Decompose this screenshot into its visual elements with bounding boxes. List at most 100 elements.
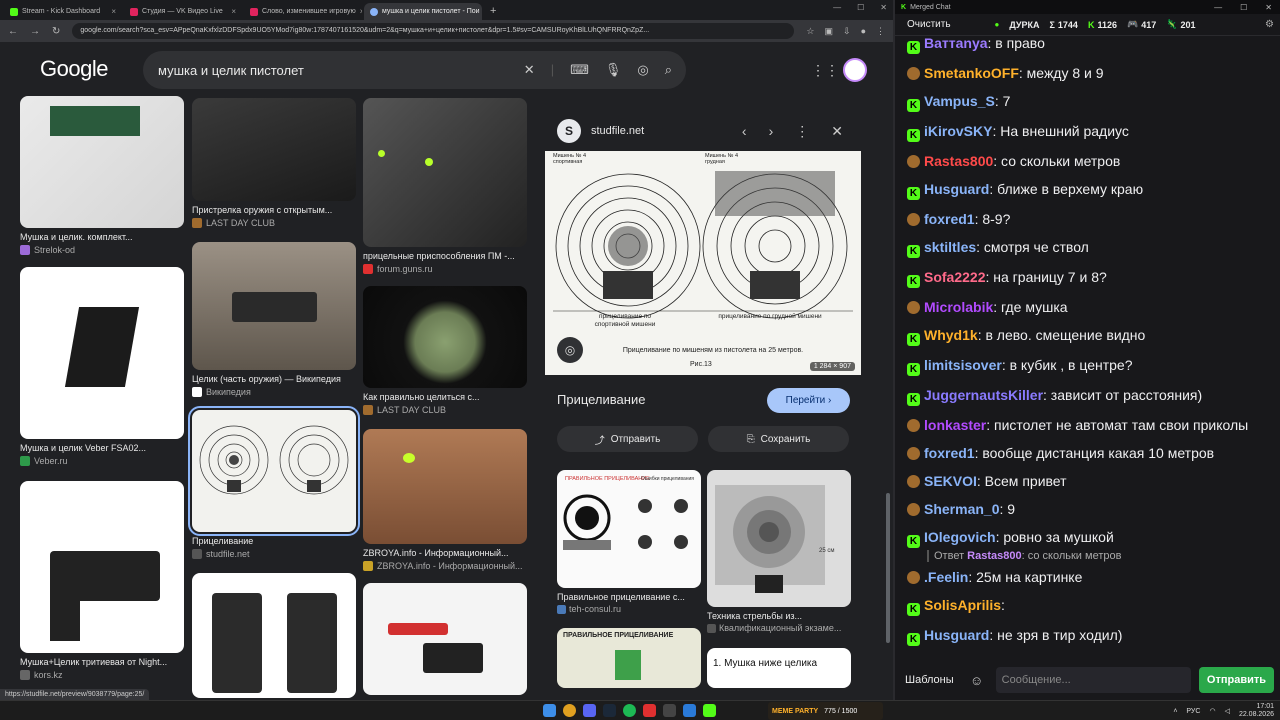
gear-icon[interactable]: ⚙ (1265, 19, 1274, 30)
spotify-icon[interactable] (623, 704, 636, 717)
app-icon[interactable] (683, 704, 696, 717)
chat-username[interactable]: Rastas800 (924, 153, 993, 169)
mic-icon[interactable]: 🎙 (605, 62, 622, 78)
tab-vk-studio[interactable]: Студия — VK Видео Live × (124, 3, 242, 20)
lens-icon[interactable]: ◎ (637, 62, 648, 78)
result-image[interactable] (20, 267, 184, 439)
prev-icon[interactable]: ‹ (742, 123, 747, 140)
message-input[interactable]: Сообщение... (995, 667, 1191, 693)
close-window-icon[interactable]: ✕ (1265, 3, 1272, 12)
result-image[interactable] (363, 429, 527, 544)
volume-icon[interactable]: ◁ (1225, 707, 1230, 715)
image-result[interactable] (192, 573, 356, 698)
chat-username[interactable]: foxred1 (924, 445, 975, 461)
minimize-icon[interactable]: — (833, 3, 841, 12)
search-box[interactable]: мушка и целик пистолет ✕ | ⌨ 🎙 ◎ ⌕ (143, 51, 686, 89)
related-image[interactable]: 25 см (707, 470, 851, 607)
chat-username[interactable]: Baттаnya (924, 35, 988, 51)
chat-username[interactable]: Husguard (924, 181, 989, 197)
obs-icon[interactable] (663, 704, 676, 717)
language-indicator[interactable]: РУС (1186, 708, 1200, 715)
result-image[interactable] (20, 96, 184, 228)
forward-icon[interactable]: → (30, 26, 40, 37)
wifi-icon[interactable]: ◠ (1209, 707, 1215, 715)
avatar[interactable] (843, 58, 867, 82)
related-image[interactable]: ПРАВИЛЬНОЕ ПРИЦЕЛИВАНИЕ (557, 628, 701, 688)
image-result-selected[interactable]: Прицеливание studfile.net (188, 406, 360, 559)
lens-search-icon[interactable]: ◎ (557, 337, 583, 363)
back-icon[interactable]: ← (8, 26, 18, 37)
share-button[interactable]: ⤴ Отправить (557, 426, 698, 452)
discord-icon[interactable] (583, 704, 596, 717)
chevron-up-icon[interactable]: ˄ (1173, 708, 1177, 715)
result-image[interactable] (192, 98, 356, 201)
image-result[interactable]: прицельные приспособления ПМ -... forum.… (363, 98, 527, 274)
panel-site[interactable]: studfile.net (591, 125, 644, 137)
preview-image[interactable]: Мишень № 4 спортивная Мишень № 4 грудная… (545, 151, 861, 375)
chat-username[interactable]: Sherman_0 (924, 501, 999, 517)
chat-username[interactable]: Husguard (924, 627, 989, 643)
image-result[interactable]: ZBROYA.info - Информационный... ZBROYA.i… (363, 429, 527, 571)
related-image[interactable]: 1. Мушка ниже целика (707, 648, 851, 688)
download-icon[interactable]: ⇩ (843, 26, 851, 37)
close-icon[interactable]: × (360, 7, 362, 16)
search-icon[interactable]: ⌕ (665, 62, 672, 78)
meme-party-widget[interactable]: MEME PARTY 775 / 1500 (768, 702, 883, 720)
image-result[interactable]: Мушка+Целик тритиевая от Night... kors.k… (20, 481, 184, 680)
new-tab-button[interactable]: + (484, 3, 502, 20)
image-result[interactable]: Мушка и целик Veber FSA02... Veber.ru (20, 267, 184, 466)
chat-username[interactable]: .Feelin (924, 569, 968, 585)
tab-google-search[interactable]: мушка и целик пистолет - Пои× (364, 3, 482, 20)
chat-username[interactable]: Whyd1k (924, 327, 978, 343)
app-icon[interactable] (643, 704, 656, 717)
menu-icon[interactable]: ⋮ (876, 26, 885, 37)
clock[interactable]: 17:01 22.08.2026 (1239, 703, 1274, 719)
panel-title[interactable]: Прицеливание (557, 392, 645, 407)
profile-icon[interactable]: ● (861, 26, 866, 37)
chat-username[interactable]: SmetankoOFF (924, 65, 1019, 81)
extension-icon[interactable]: ▣ (825, 26, 834, 37)
chat-username[interactable]: lonkaster (924, 417, 986, 433)
related-result[interactable]: ПРАВИЛЬНОЕ ПРИЦЕЛИВАНИЕ Ошибки прицелива… (557, 470, 701, 614)
tab-youtube[interactable]: Слово, изменившее игровую× (244, 3, 362, 20)
chat-username[interactable]: Vampus_S (924, 93, 995, 109)
windows-start-icon[interactable] (543, 704, 556, 717)
result-image[interactable] (20, 481, 184, 653)
chat-username[interactable]: iKirovSKY (924, 123, 992, 139)
reload-icon[interactable]: ↻ (52, 26, 60, 37)
maximize-icon[interactable]: ☐ (1240, 3, 1247, 12)
result-image[interactable] (363, 583, 527, 695)
emoji-icon[interactable]: ☺ (966, 669, 988, 691)
chat-username[interactable]: foxred1 (924, 211, 975, 227)
related-result[interactable]: 1. Мушка ниже целика (707, 648, 851, 688)
search-input[interactable]: мушка и целик пистолет (158, 63, 524, 78)
result-image[interactable] (363, 98, 527, 247)
tab-kick-dashboard[interactable]: Stream - Kick Dashboard × (4, 3, 122, 20)
send-button[interactable]: Отправить (1198, 667, 1274, 693)
kick-icon[interactable] (703, 704, 716, 717)
next-icon[interactable]: › (769, 123, 774, 140)
chat-username[interactable]: JuggernautsKiller (924, 387, 1043, 403)
image-result[interactable]: Целик (часть оружия) — Википедия Википед… (192, 242, 356, 397)
close-icon[interactable]: × (231, 7, 236, 16)
related-result[interactable]: ПРАВИЛЬНОЕ ПРИЦЕЛИВАНИЕ (557, 628, 701, 688)
image-result[interactable]: Пристрелка оружия с открытым... LAST DAY… (192, 98, 356, 228)
close-icon[interactable]: ✕ (831, 123, 843, 140)
image-result[interactable]: Как правильно целиться с... LAST DAY CLU… (363, 286, 527, 415)
clear-button[interactable]: Очистить (901, 17, 957, 32)
chat-username[interactable]: sktiltles (924, 239, 976, 255)
image-result[interactable] (363, 583, 527, 695)
chat-username[interactable]: limitsisover (924, 357, 1002, 373)
image-result[interactable]: Мушка и целик. комплект... Strelok-od (20, 96, 184, 255)
chat-username[interactable]: Microlabik (924, 299, 993, 315)
maximize-icon[interactable]: ☐ (857, 3, 864, 12)
templates-button[interactable]: Шаблоны (901, 670, 958, 690)
url-field[interactable]: google.com/search?sca_esv=APpeQnaKxfxlzD… (72, 23, 795, 39)
result-image[interactable] (192, 573, 356, 698)
result-image[interactable] (188, 406, 360, 536)
close-icon[interactable]: × (111, 7, 116, 16)
clear-icon[interactable]: ✕ (524, 62, 535, 78)
keyboard-icon[interactable]: ⌨ (570, 62, 589, 78)
chrome-icon[interactable] (563, 704, 576, 717)
visit-button[interactable]: Перейти › (767, 388, 850, 413)
